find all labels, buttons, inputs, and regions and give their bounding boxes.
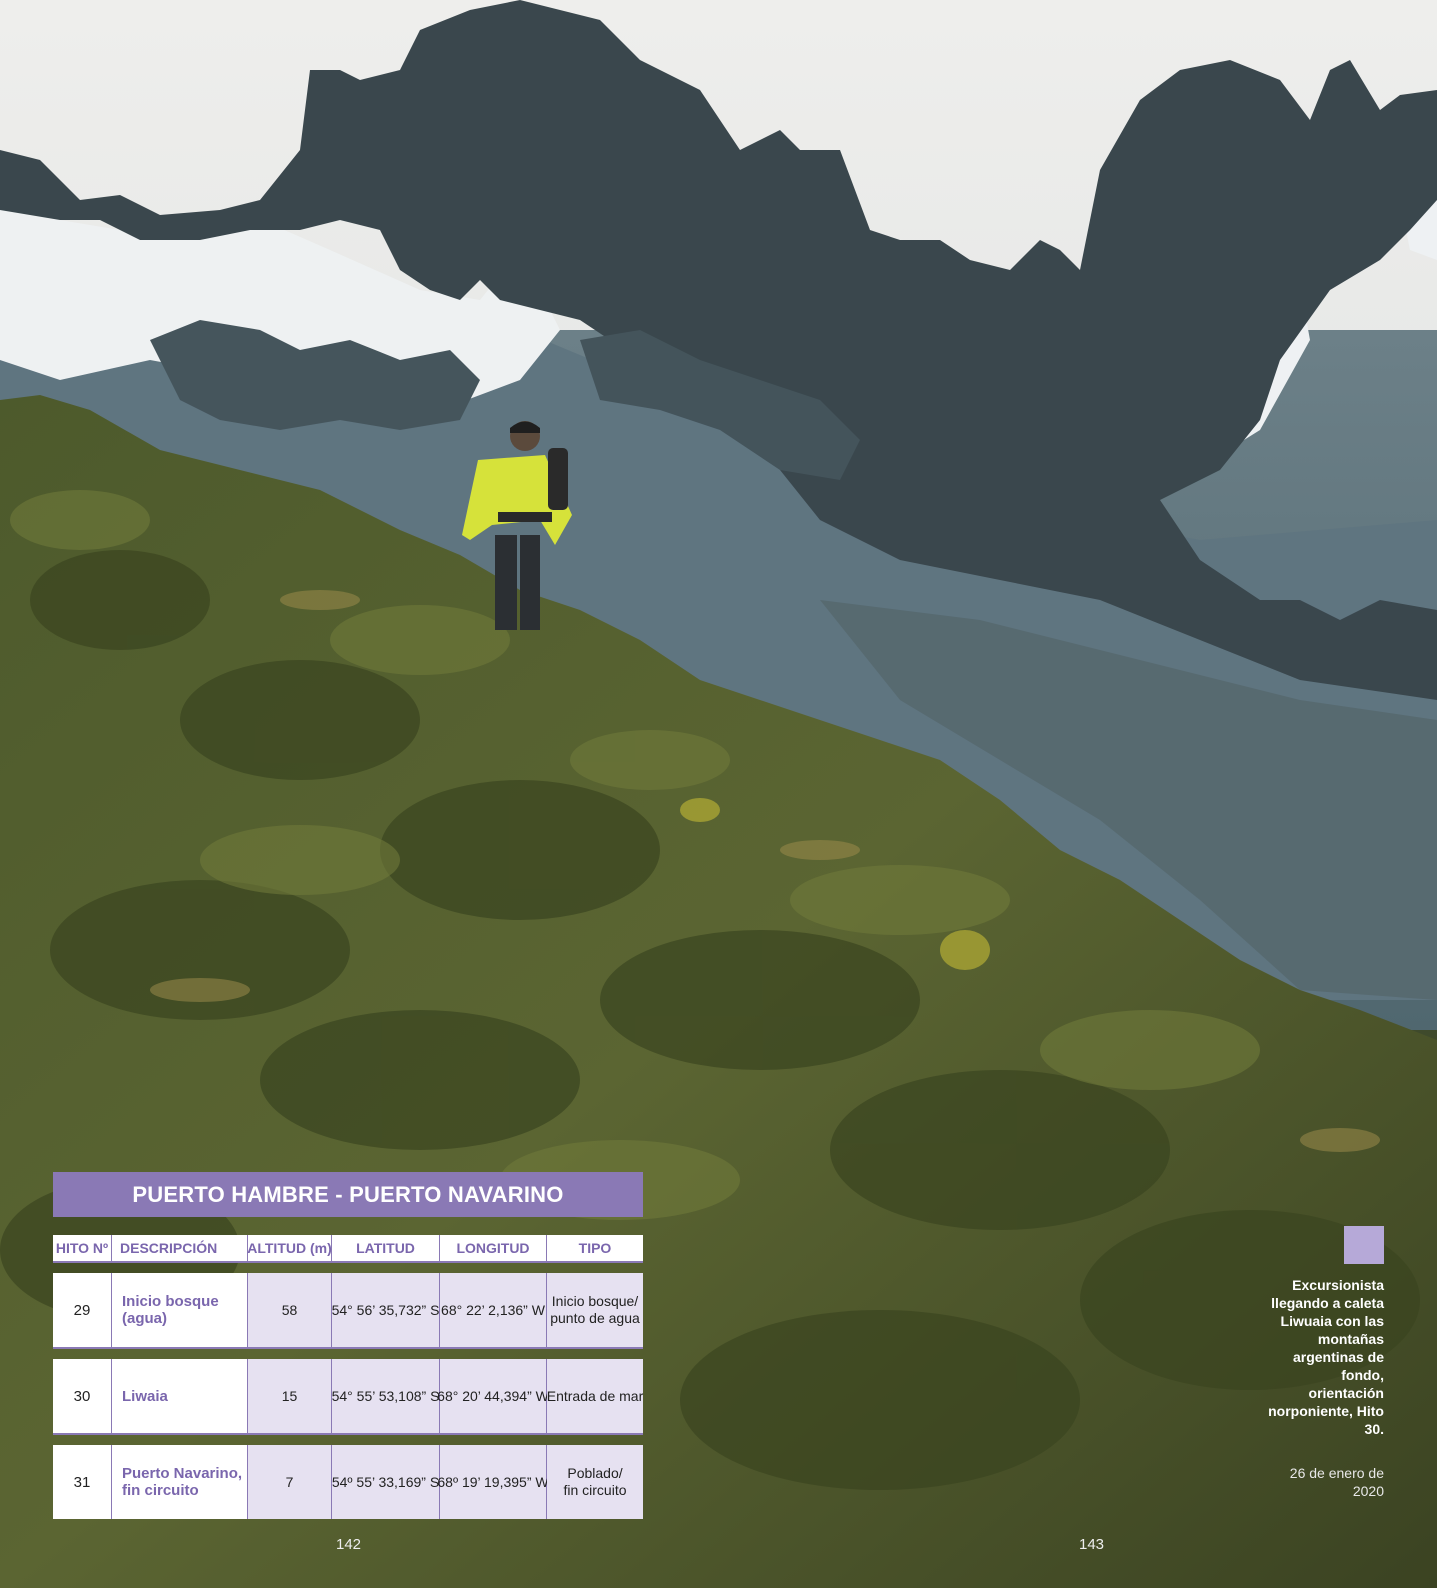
cell-longitud: 68° 20’ 44,394” W bbox=[437, 1359, 549, 1433]
cell-altitud: 58 bbox=[248, 1273, 332, 1347]
table-row: 30 Liwaia 15 54° 55’ 53,108” S 68° 20’ 4… bbox=[53, 1359, 643, 1435]
cell-tipo-line: Inicio bosque/ bbox=[551, 1293, 639, 1309]
cell-altitud: 15 bbox=[248, 1359, 332, 1433]
table-header: HITO Nº DESCRIPCIÓN ALTITUD (m) LATITUD … bbox=[53, 1235, 643, 1263]
page-number-left: 142 bbox=[336, 1536, 362, 1553]
caption-square-marker bbox=[1344, 1226, 1384, 1264]
header-longitud: LONGITUD bbox=[440, 1235, 547, 1263]
header-latitud: LATITUD bbox=[332, 1235, 440, 1263]
cell-longitud: 68º 19’ 19,395” W bbox=[437, 1445, 549, 1519]
cell-latitud: 54° 55’ 53,108” S bbox=[332, 1359, 440, 1433]
cell-descripcion: Inicio bosque (agua) bbox=[112, 1273, 248, 1347]
cell-tipo-line: Poblado/ bbox=[567, 1465, 623, 1481]
page-number-right: 143 bbox=[1079, 1536, 1105, 1553]
cell-hito: 30 bbox=[53, 1359, 112, 1433]
cell-tipo-line: fin circuito bbox=[563, 1482, 627, 1498]
cell-latitud: 54º 55’ 33,169” S bbox=[332, 1445, 440, 1519]
photo-caption-date: 26 de enero de 2020 bbox=[1289, 1465, 1384, 1499]
cell-longitud: 68° 22’ 2,136” W bbox=[440, 1273, 547, 1347]
cell-descripcion: Puerto Navarino, fin circuito bbox=[112, 1445, 248, 1519]
header-hito: HITO Nº bbox=[53, 1235, 112, 1263]
cell-hito: 29 bbox=[53, 1273, 112, 1347]
header-altitud: ALTITUD (m) bbox=[247, 1235, 332, 1263]
header-tipo: TIPO bbox=[547, 1235, 643, 1263]
table-row: 29 Inicio bosque (agua) 58 54° 56’ 35,73… bbox=[53, 1273, 643, 1349]
cell-tipo-line: Entrada de mar bbox=[546, 1387, 644, 1404]
route-table: PUERTO HAMBRE - PUERTO NAVARINO HITO Nº … bbox=[53, 1172, 643, 1519]
table-row: 31 Puerto Navarino, fin circuito 7 54º 5… bbox=[53, 1445, 643, 1519]
cell-tipo-line: punto de agua bbox=[550, 1310, 640, 1326]
cell-tipo: Inicio bosque/ punto de agua bbox=[547, 1273, 643, 1347]
photo-caption: Excursionista llegando a caleta Liwuaia … bbox=[1268, 1277, 1384, 1437]
route-table-title: PUERTO HAMBRE - PUERTO NAVARINO bbox=[53, 1172, 643, 1217]
header-descripcion: DESCRIPCIÓN bbox=[112, 1235, 248, 1263]
cell-altitud: 7 bbox=[248, 1445, 332, 1519]
cell-hito: 31 bbox=[53, 1445, 112, 1519]
cell-latitud: 54° 56’ 35,732” S bbox=[332, 1273, 440, 1347]
cell-tipo: Poblado/ fin circuito bbox=[547, 1445, 643, 1519]
cell-tipo: Entrada de mar bbox=[547, 1359, 643, 1433]
cell-descripcion: Liwaia bbox=[112, 1359, 248, 1433]
